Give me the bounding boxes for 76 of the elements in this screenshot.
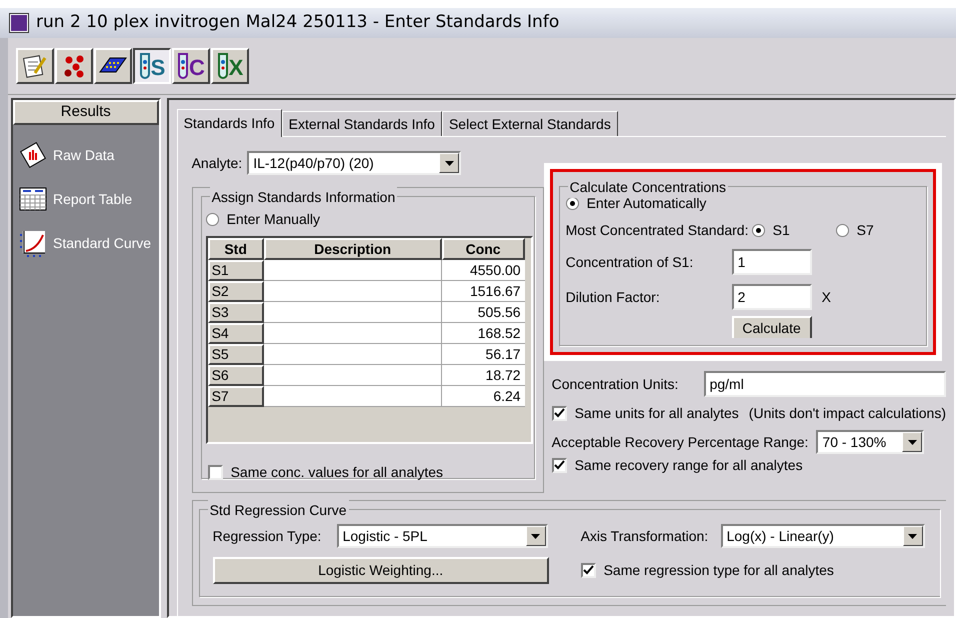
checkbox-box[interactable] [580, 563, 596, 578]
toolbar-button[interactable] [94, 48, 132, 84]
units-label: Concentration Units: [552, 374, 680, 394]
row-header: S1 [208, 260, 264, 281]
checkmark-icon [554, 408, 565, 419]
logistic-weighting-button[interactable]: Logistic Weighting... [212, 557, 549, 584]
table-cell: 4550.00 [442, 260, 525, 281]
manual-radio[interactable]: Enter Manually [206, 209, 530, 230]
same-regression-checkbox[interactable]: Same regression type for all analytes [580, 560, 834, 581]
tab[interactable]: Select External Standards [442, 111, 618, 136]
group-title: Assign Standards Information [210, 187, 398, 208]
test-tube-icon [177, 53, 190, 79]
toolbar-button[interactable]: C [172, 48, 210, 84]
window-title: run 2 10 plex invitrogen Mal24 250113 - Enter Standards Info [36, 11, 560, 34]
axis-dropdown[interactable]: Log(x) - Linear(y) [720, 524, 925, 548]
regression-type-dropdown[interactable]: Logistic - 5PL [336, 524, 548, 548]
regression-type-label: Regression Type: [212, 526, 322, 546]
row-header: S2 [208, 281, 264, 302]
standard-radio[interactable]: S1 [752, 220, 836, 241]
dilution-unit: X [822, 288, 831, 306]
row-header: S3 [208, 302, 264, 323]
group-title: Std Regression Curve [208, 500, 349, 521]
sidebar-item[interactable]: Raw Data [19, 141, 159, 169]
same-conc-checkbox[interactable]: Same conc. values for all analytes [208, 462, 530, 483]
checkbox-box[interactable] [552, 406, 567, 421]
axis-label: Axis Transformation: [580, 526, 710, 546]
toolbar-button[interactable] [55, 48, 93, 84]
table-cell: 6.24 [442, 386, 525, 407]
tool-letter: X [228, 57, 244, 79]
row-header: S5 [208, 344, 264, 365]
concentration-label: Concentration of S1: [566, 252, 694, 272]
recovery-dropdown[interactable]: 70 - 130% [816, 430, 924, 454]
checkbox-box[interactable] [552, 458, 567, 473]
dilution-field[interactable]: 2 [732, 284, 812, 310]
concentration-field[interactable]: 1 [732, 249, 812, 275]
tool-letter: S [150, 57, 166, 79]
table-cell: 505.56 [442, 302, 525, 323]
table-cell: 18.72 [442, 365, 525, 386]
row-header: S6 [208, 365, 264, 386]
standard-radio[interactable]: S7 [836, 220, 920, 241]
row-header: S4 [208, 323, 264, 344]
test-tube-icon [216, 53, 229, 79]
dilution-label: Dilution Factor: [566, 288, 661, 306]
app-icon [10, 14, 28, 32]
tab[interactable]: External Standards Info [282, 111, 442, 136]
column-header: Description [264, 238, 442, 260]
column-header: Std [208, 238, 264, 260]
same-recovery-checkbox[interactable]: Same recovery range for all analytes [552, 455, 946, 476]
toolbar-button[interactable]: X [211, 48, 249, 84]
calculate-button[interactable]: Calculate [732, 316, 812, 338]
table-grid-icon [19, 185, 47, 213]
table-cell: 168.52 [442, 323, 525, 344]
checkmark-icon [582, 565, 594, 576]
table-cell: 56.17 [442, 344, 525, 365]
sidebar-item[interactable]: Report Table [19, 185, 159, 213]
standard-curve-icon [19, 229, 47, 257]
checkmark-icon [554, 460, 565, 471]
analyte-dropdown[interactable]: IL-12(p40/p70) (20) [247, 151, 462, 175]
toolbar-button[interactable]: S [133, 48, 171, 84]
recovery-label: Acceptable Recovery Percentage Range: [552, 432, 808, 452]
checkbox-box[interactable] [208, 465, 223, 480]
tool-letter: C [189, 57, 205, 79]
tab[interactable]: Standards Info [176, 109, 282, 137]
notepad-pencil-icon [22, 53, 48, 79]
units-note: (Units don't impact calculations) [748, 404, 946, 423]
units-field[interactable]: pg/ml [704, 371, 946, 397]
sidebar-header: Results [13, 100, 159, 125]
test-tube-icon [138, 53, 151, 79]
analyte-label: Analyte: [192, 154, 242, 173]
row-header: S7 [208, 386, 264, 407]
sidebar-item[interactable]: Standard Curve [19, 229, 159, 257]
most-concentrated-label: Most Concentrated Standard: [566, 221, 750, 240]
toolbar-button[interactable] [16, 48, 54, 84]
column-header: Conc [442, 238, 525, 260]
same-units-checkbox[interactable]: Same units for all analytes [552, 403, 739, 424]
table-cell: 1516.67 [442, 281, 525, 302]
